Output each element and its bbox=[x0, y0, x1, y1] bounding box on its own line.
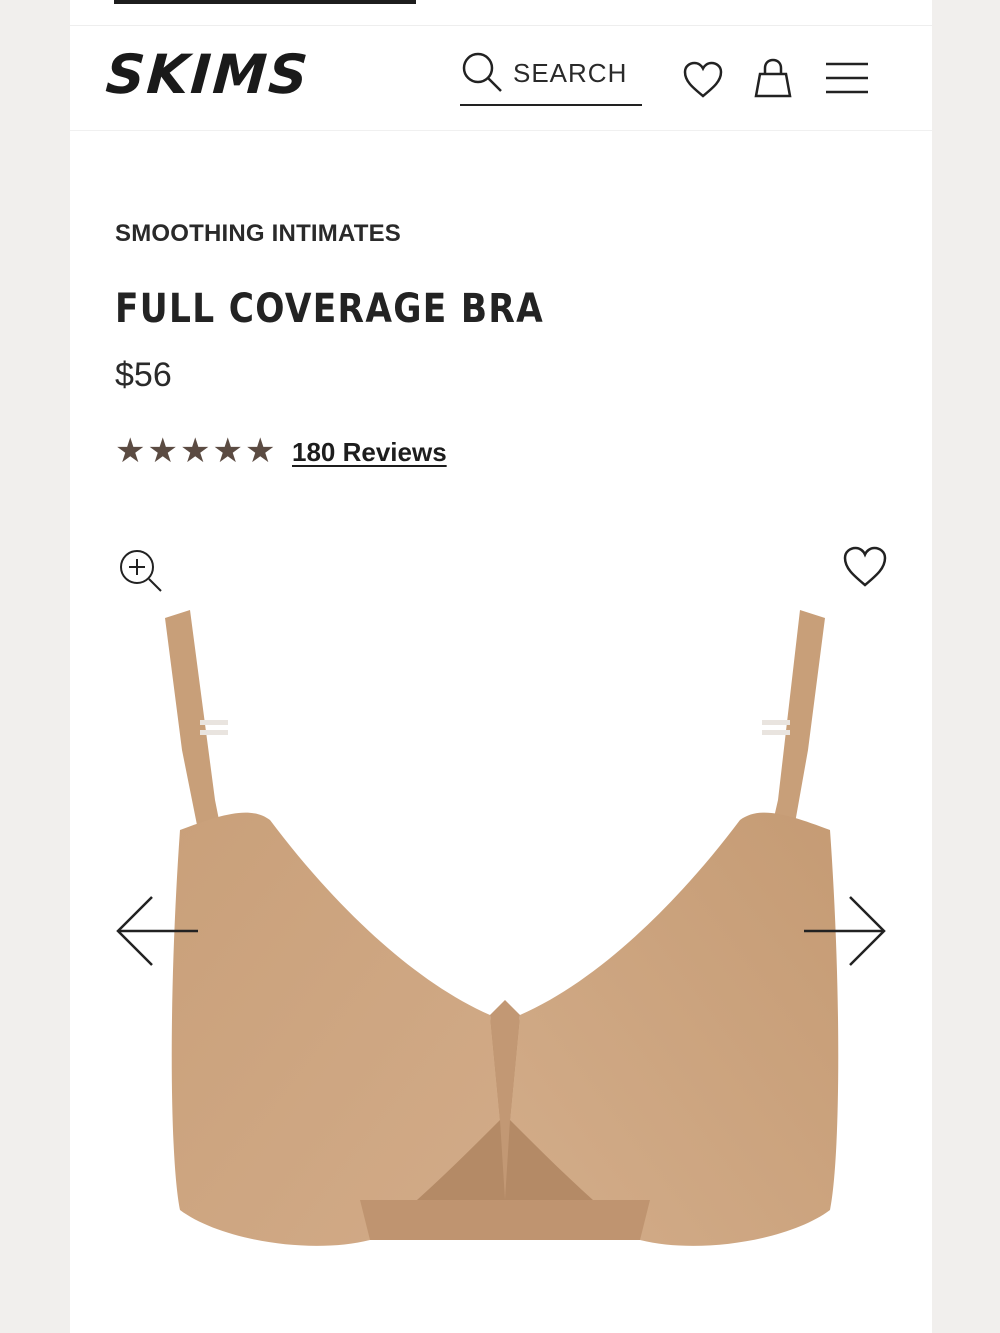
product-category[interactable]: SMOOTHING INTIMATES bbox=[115, 220, 401, 248]
product-image bbox=[165, 610, 839, 1246]
star-icon: ★ bbox=[147, 432, 178, 470]
zoom-in-icon[interactable] bbox=[118, 548, 164, 594]
search-button[interactable]: SEARCH bbox=[460, 48, 642, 106]
search-icon bbox=[462, 52, 502, 92]
arrow-right-icon[interactable] bbox=[802, 895, 888, 967]
reviews-link[interactable]: 180 Reviews bbox=[292, 437, 447, 468]
hamburger-menu-icon[interactable] bbox=[825, 60, 869, 96]
star-icon: ★ bbox=[179, 432, 211, 470]
shopping-bag-icon[interactable] bbox=[752, 56, 794, 100]
search-label: SEARCH bbox=[513, 58, 628, 88]
header-divider bbox=[70, 130, 932, 131]
wishlist-heart-icon[interactable] bbox=[842, 545, 888, 589]
star-icon: ★ bbox=[115, 432, 146, 470]
star-rating[interactable]: ★ ★ ★ ★ ★ bbox=[115, 434, 275, 468]
top-border bbox=[70, 25, 932, 26]
arrow-left-icon[interactable] bbox=[114, 895, 200, 967]
star-icon: ★ bbox=[244, 432, 276, 470]
product-price: $56 bbox=[115, 356, 172, 394]
heart-icon[interactable] bbox=[682, 60, 724, 100]
star-icon: ★ bbox=[212, 432, 243, 470]
top-divider bbox=[114, 0, 416, 4]
product-page: SKIMS SEARCH SMOOTHING INTIMATES FULL CO… bbox=[70, 0, 932, 1333]
product-title: FULL COVERAGE BRA bbox=[115, 286, 545, 332]
brand-logo[interactable]: SKIMS bbox=[104, 40, 323, 110]
